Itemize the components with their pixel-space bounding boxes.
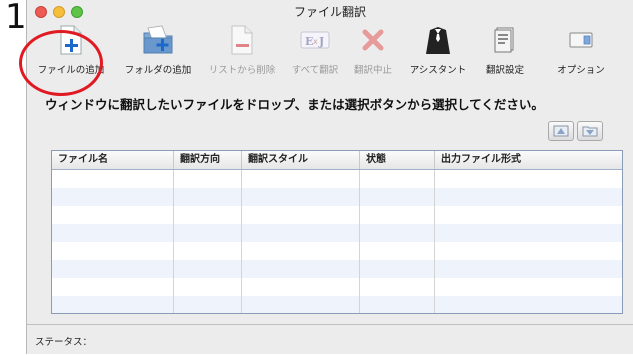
status-bar: ステータス：	[27, 324, 633, 355]
add-folder-button[interactable]: フォルダの追加	[115, 24, 201, 76]
translation-settings-button[interactable]: 翻訳設定	[477, 24, 533, 76]
translate-all-icon: E x J	[299, 24, 331, 56]
column-translation-direction[interactable]: 翻訳方向	[174, 151, 242, 169]
remove-from-list-button[interactable]: リストから削除	[203, 24, 281, 76]
select-file-icon	[553, 125, 569, 137]
table-row	[52, 278, 622, 296]
add-file-icon	[55, 24, 87, 56]
select-folder-button[interactable]	[577, 121, 603, 141]
remove-from-list-icon	[226, 24, 258, 56]
table-row	[52, 206, 622, 224]
window-title: ファイル翻訳	[293, 5, 366, 19]
step-number: 1	[5, 0, 27, 37]
add-file-button[interactable]: ファイルの追加	[29, 24, 113, 76]
status-label: ステータス：	[35, 337, 93, 348]
toolbar: ファイルの追加 フォルダの追加 リストから削除 E x J すべて翻訳 翻訳中止…	[27, 22, 633, 84]
select-folder-icon	[582, 126, 598, 137]
svg-text:x: x	[313, 37, 318, 46]
table-row	[52, 242, 622, 260]
translation-settings-icon	[489, 24, 521, 56]
file-list-table[interactable]: ファイル名 翻訳方向 翻訳スタイル 状態 出力ファイル形式	[51, 150, 623, 314]
instruction-text: ウィンドウに翻訳したいファイルをドロップ、または選択ボタンから選択してください。	[45, 97, 544, 112]
table-row	[52, 170, 622, 188]
column-file-name[interactable]: ファイル名	[52, 151, 174, 169]
file-translation-window: ファイル翻訳 ファイルの追加 フォルダの追加 リストから削除 E x J すべて…	[26, 0, 633, 354]
add-folder-icon	[142, 24, 174, 56]
translate-all-button[interactable]: E x J すべて翻訳	[283, 24, 347, 76]
options-icon	[565, 24, 597, 56]
table-header: ファイル名 翻訳方向 翻訳スタイル 状態 出力ファイル形式	[52, 151, 622, 170]
stop-translation-icon	[357, 24, 389, 56]
column-translation-style[interactable]: 翻訳スタイル	[242, 151, 360, 169]
table-row	[52, 260, 622, 278]
column-output-format[interactable]: 出力ファイル形式	[435, 151, 622, 169]
table-row	[52, 224, 622, 242]
assistant-icon	[422, 24, 454, 56]
stop-translation-button[interactable]: 翻訳中止	[345, 24, 401, 76]
select-file-button[interactable]	[548, 121, 574, 141]
assistant-button[interactable]: アシスタント	[399, 24, 477, 76]
table-row	[52, 188, 622, 206]
column-status[interactable]: 状態	[360, 151, 435, 169]
table-row	[52, 296, 622, 313]
svg-text:J: J	[318, 35, 324, 48]
options-button[interactable]: オプション	[535, 24, 627, 76]
